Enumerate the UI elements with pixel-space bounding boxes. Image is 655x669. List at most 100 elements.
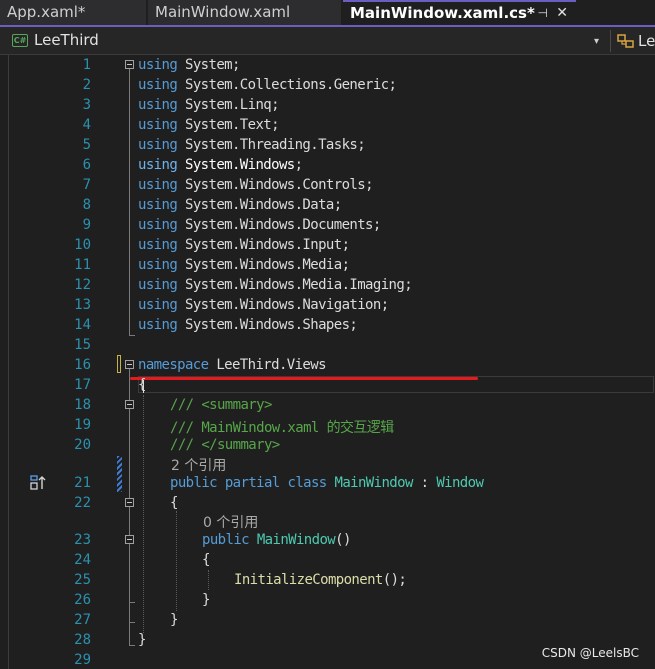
tab-label: App.xaml* [7, 3, 86, 21]
code-line: } [170, 612, 178, 628]
project-label: LeeThird [34, 31, 99, 49]
line-number: 19 [74, 417, 91, 433]
tab-mainwindow-xaml[interactable]: MainWindow.xaml [148, 0, 341, 25]
collapse-toggle[interactable] [125, 535, 134, 544]
navbar-divider [610, 30, 611, 52]
line-number: 16 [74, 357, 91, 373]
outline-guide [129, 544, 130, 602]
line-number: 10 [74, 237, 91, 253]
indent-guide [176, 511, 177, 611]
class-member-icon [617, 34, 634, 48]
collapse-toggle[interactable] [125, 498, 134, 507]
pin-icon[interactable]: ⊣ [538, 2, 548, 25]
brace: { [138, 377, 146, 393]
keyword: using [138, 157, 178, 173]
collapse-toggle[interactable] [125, 400, 134, 409]
tab-app-xaml[interactable]: App.xaml* [0, 0, 146, 25]
line-number: 4 [82, 117, 91, 133]
line-number: 6 [82, 157, 91, 173]
code-line: /// </summary> [170, 437, 280, 453]
constructor-name: MainWindow [256, 532, 336, 548]
document-tab-strip: App.xaml* MainWindow.xaml MainWindow.xam… [0, 0, 655, 27]
close-icon[interactable]: ✕ [556, 2, 568, 25]
code-line: /// <summary> [170, 397, 272, 413]
brace: { [170, 495, 178, 511]
line-number: 18 [74, 397, 91, 413]
member-dropdown[interactable]: Le [638, 32, 655, 50]
tab-label: MainWindow.xaml.cs* [350, 4, 535, 22]
colon: : [420, 475, 429, 491]
code-editor[interactable]: 1 2 3 4 5 6 7 8 9 10 11 12 13 14 15 16 1… [0, 55, 655, 669]
keyword: using [138, 77, 178, 93]
project-dropdown[interactable]: C# LeeThird [6, 30, 606, 52]
outline-guide [129, 335, 135, 336]
line-number: 11 [74, 257, 91, 273]
modified-lines-marker [117, 456, 122, 492]
tab-mainwindow-xaml-cs[interactable]: MainWindow.xaml.cs* ⊣ ✕ [343, 0, 576, 25]
namespace-ref: System.Threading.Tasks [185, 137, 358, 153]
codelens-references[interactable]: 2 个引用 [171, 455, 226, 475]
code-line: { [170, 495, 178, 511]
editor-margin-line [8, 55, 9, 669]
namespace-ref: System.Collections.Generic [185, 77, 389, 93]
parens: () [335, 532, 351, 548]
class-name: MainWindow [334, 475, 413, 491]
keyword: using [138, 57, 178, 73]
code-line: using System.Windows.Navigation; [138, 297, 389, 313]
keyword: using [138, 257, 178, 273]
line-number: 13 [74, 297, 91, 313]
code-line: using System.Text; [138, 117, 280, 133]
line-number: 5 [82, 137, 91, 153]
code-line: using System.Windows.Media.Imaging; [138, 277, 413, 293]
collapse-toggle[interactable] [125, 60, 134, 69]
code-line: using System; [138, 57, 240, 73]
outline-guide [129, 602, 135, 603]
keyword: using [138, 117, 178, 133]
line-number: 12 [74, 277, 91, 293]
keyword: namespace [138, 357, 209, 373]
keyword: using [138, 137, 178, 153]
code-line: using System.Windows.Documents; [138, 217, 381, 233]
code-line: using System.Windows; [138, 157, 303, 173]
namespace-ref: System [185, 57, 233, 73]
namespace-ref: System.Windows [185, 157, 295, 173]
keyword: using [138, 297, 178, 313]
line-number: 24 [74, 552, 91, 568]
code-line: { [202, 552, 210, 568]
keyword: class [287, 475, 327, 491]
code-line: InitializeComponent(); [234, 572, 407, 588]
namespace-ref: System.Windows.Controls [185, 177, 366, 193]
line-number: 17 [74, 377, 91, 393]
namespace-ref: System.Text [185, 117, 272, 133]
keyword: using [138, 97, 178, 113]
code-line: using System.Windows.Media; [138, 257, 350, 273]
namespace-name: LeeThird.Views [216, 357, 326, 373]
line-number: 2 [82, 77, 91, 93]
call-suffix: (); [382, 572, 407, 588]
code-line: using System.Collections.Generic; [138, 77, 397, 93]
namespace-ref: System.Windows.Data [185, 197, 334, 213]
namespace-ref: System.Linq [185, 97, 272, 113]
code-line: namespace LeeThird.Views [138, 357, 327, 373]
codelens-references[interactable]: 0 个引用 [203, 512, 258, 532]
navigation-bar: C# LeeThird [0, 27, 655, 55]
line-number: 3 [82, 97, 91, 113]
change-tracking-marker [117, 355, 121, 373]
csharp-project-icon: C# [12, 34, 28, 47]
line-number: 7 [82, 177, 91, 193]
watermark: CSDN @LeelsBC [541, 646, 639, 660]
implementation-glyph-icon[interactable] [30, 474, 48, 492]
keyword: using [138, 317, 178, 333]
collapse-toggle[interactable] [125, 360, 134, 369]
outline-guide [129, 645, 135, 646]
code-line: public partial class MainWindow : Window [170, 475, 484, 491]
annotation-underline [130, 377, 478, 380]
keyword: using [138, 277, 178, 293]
line-number: 9 [82, 217, 91, 233]
line-number: 20 [74, 437, 91, 453]
code-line: { [138, 377, 146, 393]
keyword: public [170, 475, 218, 491]
chevron-down-icon[interactable]: ▾ [594, 36, 599, 47]
namespace-ref: System.Windows.Navigation [185, 297, 381, 313]
keyword: partial [224, 475, 280, 491]
